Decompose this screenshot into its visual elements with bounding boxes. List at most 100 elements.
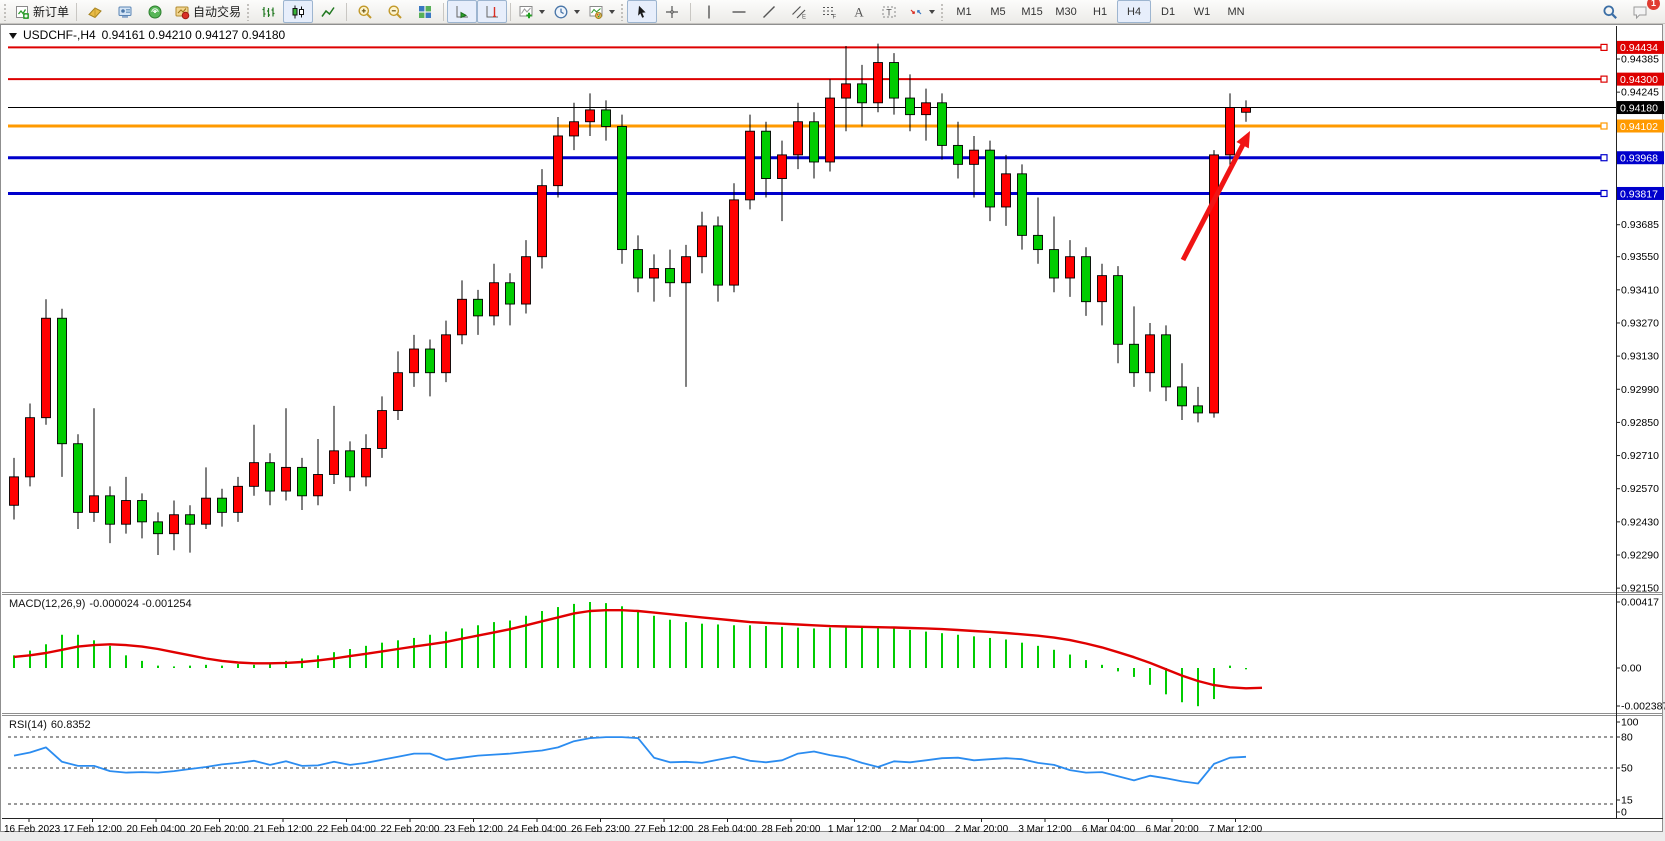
timeframe-button-h4[interactable]: H4 — [1117, 0, 1151, 23]
trendline-icon — [761, 4, 777, 20]
label-button[interactable]: T — [874, 0, 904, 23]
timeframe-button-m30[interactable]: M30 — [1049, 0, 1083, 23]
level-lines-layer[interactable] — [8, 44, 1616, 196]
periods-button[interactable] — [549, 0, 584, 23]
text-icon: A — [851, 4, 867, 20]
timeframe-button-m15[interactable]: M15 — [1015, 0, 1049, 23]
main-toolbar: 新订单 自动交易 E F A T M1M5M15M30H1H4D1W1MN 1 — [0, 0, 1665, 24]
auto-scroll-button[interactable] — [447, 0, 477, 23]
horizontal-line-button[interactable] — [724, 0, 754, 23]
toolbar-separator — [443, 3, 444, 21]
navigator-icon — [147, 4, 163, 20]
chart-ohlc-values: 0.94161 0.94210 0.94127 0.94180 — [102, 28, 286, 42]
label-icon: T — [881, 4, 897, 20]
svg-text:0: 0 — [1621, 807, 1627, 819]
svg-text:0.93968: 0.93968 — [1620, 153, 1658, 165]
dropdown-arrow-icon — [574, 10, 580, 14]
crosshair-button[interactable] — [657, 0, 687, 23]
svg-text:0.93550: 0.93550 — [1621, 251, 1659, 263]
timeframe-button-m5[interactable]: M5 — [981, 0, 1015, 23]
svg-text:0.92710: 0.92710 — [1621, 450, 1659, 462]
svg-text:6 Mar 04:00: 6 Mar 04:00 — [1082, 824, 1136, 835]
new-order-icon — [14, 4, 30, 20]
chart-shift-icon — [484, 4, 500, 20]
market-watch-button[interactable] — [80, 0, 110, 23]
templates-icon — [588, 4, 604, 20]
svg-text:27 Feb 12:00: 27 Feb 12:00 — [635, 824, 694, 835]
fibonacci-button[interactable]: F — [814, 0, 844, 23]
timeframe-button-w1[interactable]: W1 — [1185, 0, 1219, 23]
svg-text:0.00: 0.00 — [1621, 663, 1642, 675]
horizontal-line-icon — [731, 4, 747, 20]
line-chart-button[interactable] — [313, 0, 343, 23]
timeframe-button-d1[interactable]: D1 — [1151, 0, 1185, 23]
search-button[interactable] — [1595, 0, 1625, 23]
zoom-in-button[interactable] — [350, 0, 380, 23]
svg-text:0.92850: 0.92850 — [1621, 417, 1659, 429]
trendline-button[interactable] — [754, 0, 784, 23]
toolbar-drag-handle — [940, 3, 944, 21]
svg-text:A: A — [854, 4, 864, 19]
chart-shift-button[interactable] — [477, 0, 507, 23]
chart-symbol-period: USDCHF-,H4 — [23, 28, 96, 42]
navigator-button[interactable] — [140, 0, 170, 23]
svg-text:T: T — [886, 7, 892, 17]
svg-text:23 Feb 12:00: 23 Feb 12:00 — [444, 824, 503, 835]
svg-text:0.93410: 0.93410 — [1621, 284, 1659, 296]
candlestick-icon — [290, 4, 306, 20]
autotrading-button[interactable]: 自动交易 — [170, 0, 245, 23]
rsi-indicator-label: RSI(14)60.8352 — [9, 719, 95, 731]
toolbar-drag-handle — [3, 3, 7, 21]
chart-title: USDCHF-,H4 0.94161 0.94210 0.94127 0.941… — [9, 28, 285, 42]
price-axis: 0.943850.942450.936850.935500.934100.932… — [1616, 54, 1665, 819]
search-icon — [1602, 4, 1618, 20]
cursor-button[interactable] — [627, 0, 657, 23]
macd-layer — [14, 602, 1262, 706]
data-window-button[interactable] — [110, 0, 140, 23]
crosshair-icon — [664, 4, 680, 20]
svg-text:6 Mar 20:00: 6 Mar 20:00 — [1145, 824, 1199, 835]
fibonacci-icon: F — [821, 4, 837, 20]
svg-text:0.94245: 0.94245 — [1621, 87, 1659, 99]
svg-text:0.92290: 0.92290 — [1621, 549, 1659, 561]
autotrading-button-label: 自动交易 — [193, 3, 241, 20]
zoom-in-icon — [357, 4, 373, 20]
timeframe-button-h1[interactable]: H1 — [1083, 0, 1117, 23]
timeframe-button-mn[interactable]: MN — [1219, 0, 1253, 23]
text-button[interactable]: A — [844, 0, 874, 23]
svg-text:15: 15 — [1621, 795, 1633, 807]
indicators-button[interactable] — [514, 0, 549, 23]
svg-text:16 Feb 2023: 16 Feb 2023 — [4, 824, 61, 835]
templates-button[interactable] — [584, 0, 619, 23]
svg-text:0.94300: 0.94300 — [1620, 74, 1658, 86]
channel-button[interactable]: E — [784, 0, 814, 23]
svg-text:2 Mar 04:00: 2 Mar 04:00 — [891, 824, 945, 835]
toolbar-separator — [346, 3, 347, 21]
vertical-line-icon — [701, 4, 717, 20]
svg-text:22 Feb 20:00: 22 Feb 20:00 — [381, 824, 440, 835]
arrows-button[interactable] — [904, 0, 939, 23]
chart-plot-area[interactable]: 0.943850.942450.936850.935500.934100.932… — [0, 0, 1665, 841]
channel-icon: E — [791, 4, 807, 20]
svg-text:0.92150: 0.92150 — [1621, 583, 1659, 595]
notifications-button[interactable]: 1 — [1625, 0, 1655, 23]
candles-layer — [10, 44, 1251, 555]
candlestick-chart-button[interactable] — [283, 0, 313, 23]
autotrading-icon — [174, 4, 190, 20]
dropdown-arrow-icon — [609, 10, 615, 14]
bar-chart-button[interactable] — [253, 0, 283, 23]
toolbar-separator — [510, 3, 511, 21]
vertical-line-button[interactable] — [694, 0, 724, 23]
new-order-button[interactable]: 新订单 — [10, 0, 73, 23]
zoom-out-button[interactable] — [380, 0, 410, 23]
svg-text:0.93685: 0.93685 — [1621, 219, 1659, 231]
timeframe-button-m1[interactable]: M1 — [947, 0, 981, 23]
arrows-icon — [908, 4, 924, 20]
svg-text:0.93130: 0.93130 — [1621, 351, 1659, 363]
new-order-button-label: 新订单 — [33, 3, 69, 20]
chevron-down-icon[interactable] — [9, 33, 17, 39]
svg-text:E: E — [802, 14, 806, 20]
macd-indicator-label: MACD(12,26,9)-0.000024 -0.001254 — [9, 598, 196, 610]
rsi-level-lines — [8, 737, 1616, 804]
tile-windows-button[interactable] — [410, 0, 440, 23]
